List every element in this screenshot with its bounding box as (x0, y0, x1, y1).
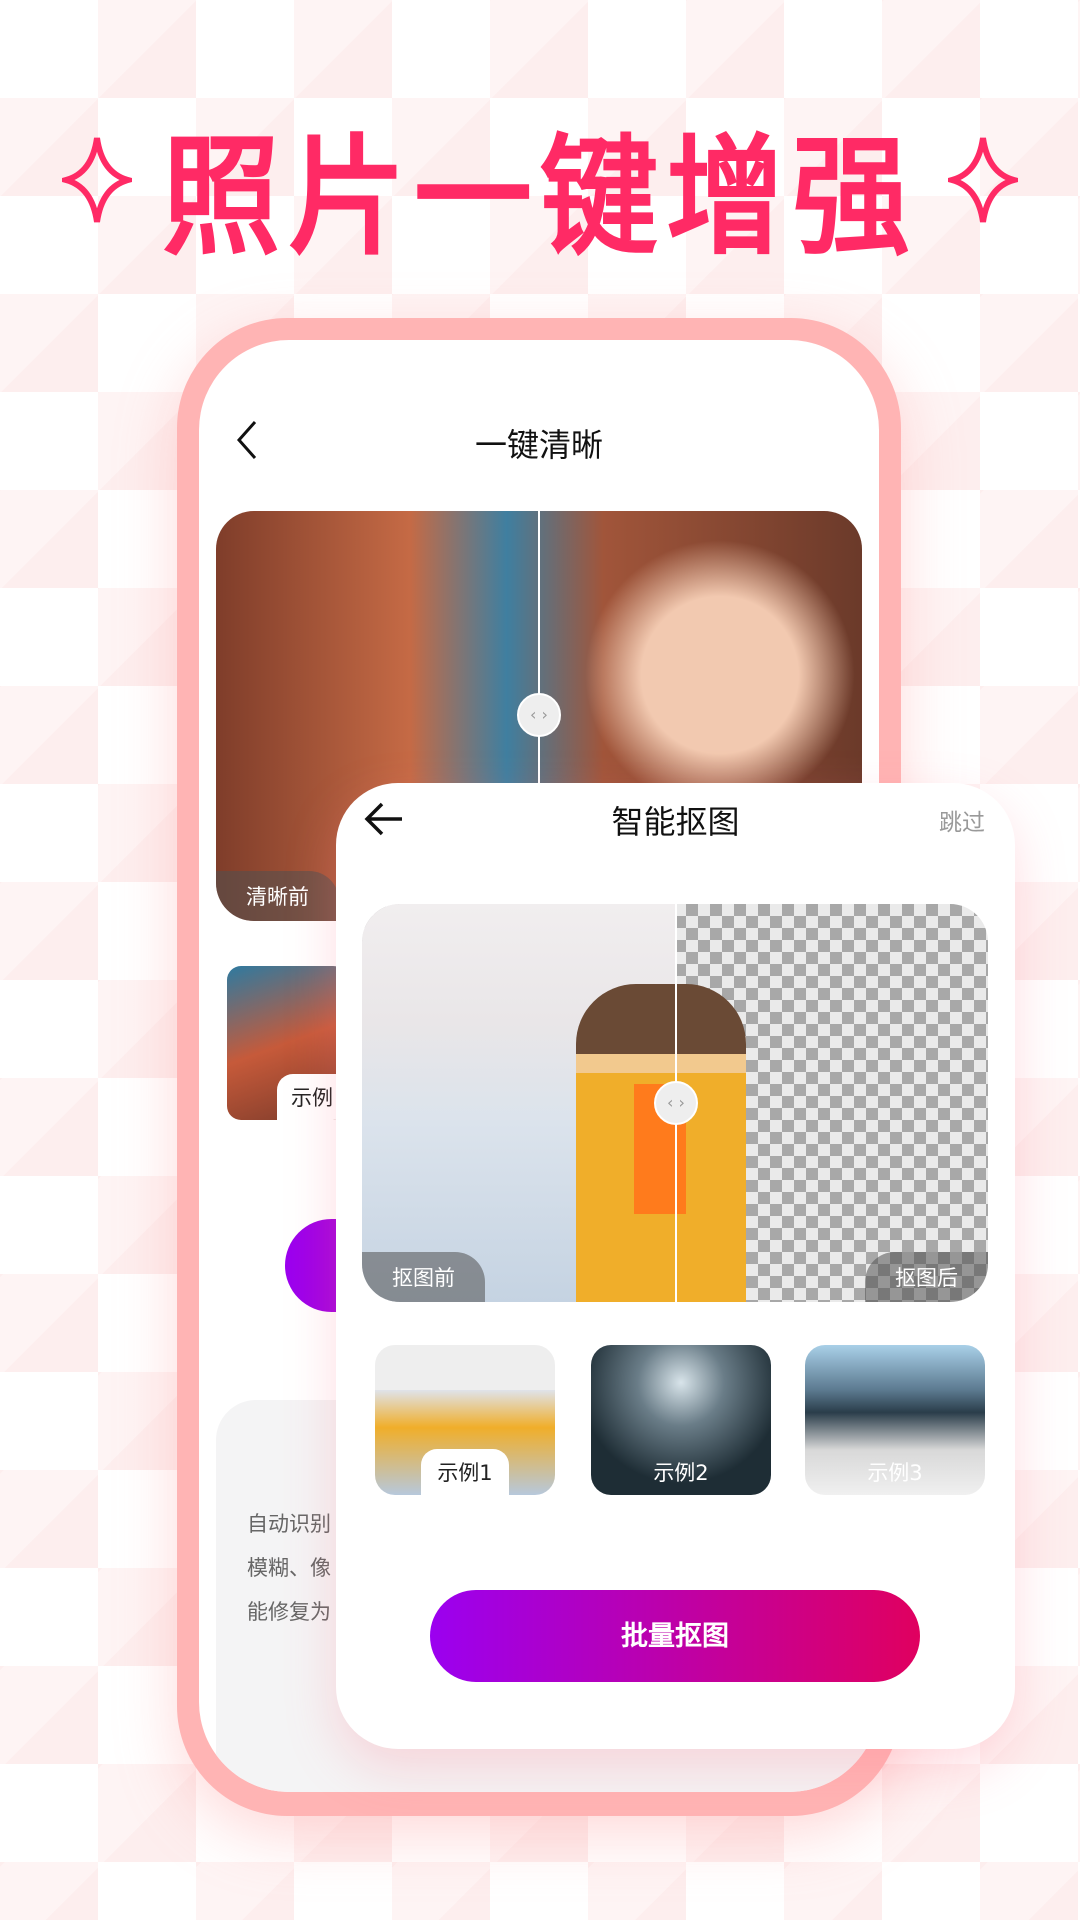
cutout-compare-image[interactable]: ‹ › 抠图前 抠图后 (362, 904, 988, 1302)
example-label: 示例2 (653, 1461, 709, 1485)
before-label: 抠图前 (362, 1252, 485, 1302)
sparkle-icon (948, 137, 1018, 223)
skip-button[interactable]: 跳过 (939, 803, 985, 837)
example-thumbnail[interactable]: 示例 (227, 966, 347, 1120)
example-label: 示例3 (867, 1461, 923, 1485)
description-line: 自动识别 (247, 1512, 331, 1536)
compare-handle-icon[interactable]: ‹ › (654, 1081, 698, 1125)
example-thumbnail-3[interactable]: 示例3 (805, 1345, 985, 1495)
subject-figure (576, 984, 746, 1302)
description-line: 能修复为 (247, 1600, 331, 1624)
after-label: 抠图后 (865, 1252, 988, 1302)
compare-handle-icon[interactable]: ‹ › (517, 693, 561, 737)
headline: 照片一键增强 (161, 121, 918, 273)
example-thumbnail-2[interactable]: 示例2 (591, 1345, 771, 1495)
example-thumbnail-1[interactable]: 示例1 (375, 1345, 555, 1495)
batch-cutout-button[interactable]: 批量抠图 (430, 1590, 920, 1682)
page-title: 智能抠图 (611, 803, 740, 841)
example-label: 示例1 (421, 1449, 509, 1495)
front-screen-card: 智能抠图 跳过 ‹ › 抠图前 抠图后 示例1 示例2 示例3 批量抠图 (336, 783, 1015, 1749)
page-title: 一键清晰 (474, 426, 603, 464)
description-line: 模糊、像 (247, 1556, 331, 1580)
before-label: 清晰前 (216, 871, 339, 921)
